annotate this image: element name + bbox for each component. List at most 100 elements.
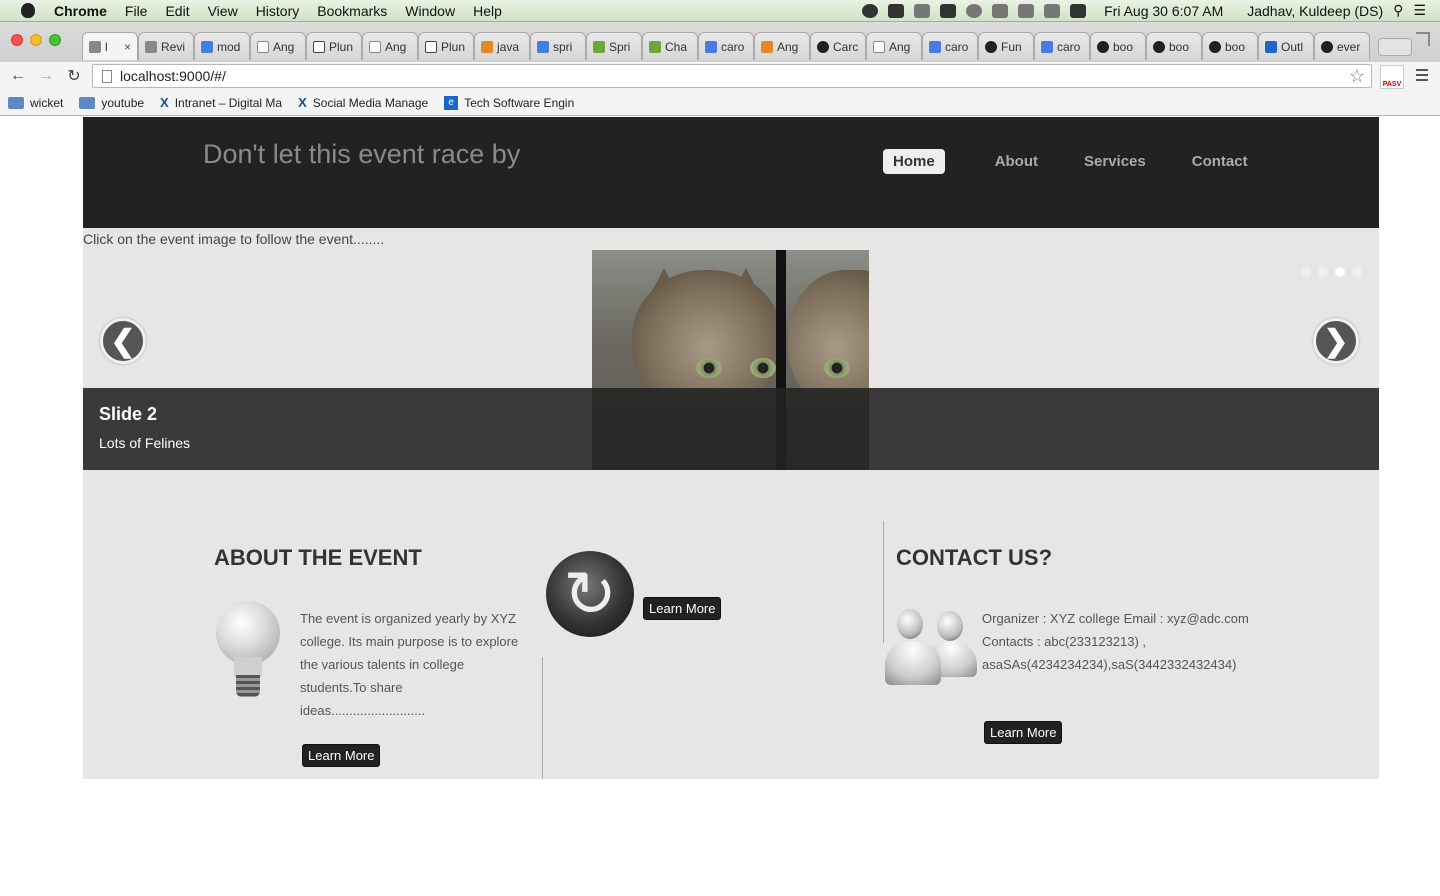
address-url[interactable]: localhost:9000/#/: [120, 68, 226, 84]
battery-icon[interactable]: [1070, 3, 1087, 18]
pasv-extension-icon[interactable]: PASV: [1380, 65, 1404, 89]
bookmark-star-icon[interactable]: ☆: [1349, 66, 1365, 87]
menu-bar: Chrome File Edit View History Bookmarks …: [0, 0, 1440, 22]
nav-home[interactable]: Home: [883, 149, 945, 174]
notification-center-icon[interactable]: ☰: [1413, 2, 1426, 19]
tray-shield-icon[interactable]: [914, 3, 931, 18]
wifi-icon[interactable]: [1018, 3, 1035, 18]
fullscreen-icon[interactable]: [1416, 32, 1430, 46]
browser-tab[interactable]: boo: [1202, 32, 1258, 60]
about-text: The event is organized yearly by XYZ col…: [300, 611, 519, 718]
contact-learn-more-button[interactable]: Learn More: [984, 721, 1063, 744]
apple-icon[interactable]: [18, 0, 38, 22]
bookmark-item[interactable]: X Intranet – Digital Ma: [160, 95, 282, 110]
menu-help[interactable]: Help: [473, 3, 502, 19]
tab-label: Outl: [1281, 39, 1304, 54]
close-tab-icon[interactable]: ×: [124, 40, 131, 54]
carousel-indicator-dot[interactable]: [1301, 267, 1311, 277]
tray-app-icon[interactable]: [862, 3, 879, 18]
carousel-indicator-dot[interactable]: [1335, 267, 1345, 277]
spotlight-icon[interactable]: ⚲: [1393, 2, 1403, 19]
zoom-window-button[interactable]: [49, 34, 61, 46]
bookmark-item[interactable]: X Social Media Manage: [298, 95, 428, 110]
carousel-next-button[interactable]: ❯: [1313, 318, 1359, 364]
browser-tab[interactable]: Ang: [866, 32, 922, 60]
nav-about[interactable]: About: [985, 149, 1048, 174]
menu-clock[interactable]: Fri Aug 30 6:07 AM: [1104, 3, 1223, 19]
browser-tab[interactable]: Ang: [362, 32, 418, 60]
browser-tab[interactable]: mod: [194, 32, 250, 60]
google-icon: [1041, 40, 1053, 53]
time-machine-icon[interactable]: [966, 3, 983, 18]
browser-tab[interactable]: Plun: [418, 32, 474, 60]
tray-folder-icon[interactable]: [888, 3, 905, 18]
site-brand[interactable]: Don't let this event race by: [203, 139, 520, 170]
browser-tab[interactable]: caro: [698, 32, 754, 60]
close-window-button[interactable]: [11, 34, 23, 46]
bookmark-item[interactable]: e Tech Software Engin: [444, 95, 574, 110]
browser-tab[interactable]: Ang: [250, 32, 306, 60]
carousel-indicator-dot[interactable]: [1352, 267, 1362, 277]
menu-file[interactable]: File: [125, 3, 148, 19]
address-bar[interactable]: localhost:9000/#/ ☆: [92, 64, 1372, 88]
browser-tab[interactable]: caro: [1034, 32, 1090, 60]
browser-tab[interactable]: boo: [1146, 32, 1202, 60]
browser-tab[interactable]: l ×: [82, 32, 138, 60]
minimize-window-button[interactable]: [30, 34, 42, 46]
browser-tab[interactable]: Revi: [138, 32, 194, 60]
browser-tab[interactable]: Outl: [1258, 32, 1314, 60]
browser-tab[interactable]: Spri: [586, 32, 642, 60]
menu-window[interactable]: Window: [405, 3, 455, 19]
browser-tab[interactable]: Fun: [978, 32, 1034, 60]
menu-user[interactable]: Jadhav, Kuldeep (DS): [1247, 3, 1383, 19]
stackoverflow-icon: [761, 40, 773, 53]
nav-contact[interactable]: Contact: [1182, 149, 1258, 174]
tab-label: Carc: [833, 39, 859, 54]
stackoverflow-icon: [481, 40, 493, 53]
browser-tab[interactable]: spri: [530, 32, 586, 60]
people-icon: [885, 605, 977, 687]
browser-tab[interactable]: Cha: [642, 32, 698, 60]
menu-view[interactable]: View: [208, 3, 238, 19]
browser-tab[interactable]: ever: [1314, 32, 1370, 60]
bookmark-item[interactable]: wicket: [8, 96, 63, 110]
web-page: Don't let this event race by Home About …: [83, 117, 1379, 779]
tab-label: spri: [553, 39, 573, 54]
bookmark-label: Social Media Manage: [312, 95, 429, 110]
carousel-prev-button[interactable]: ❮: [100, 318, 146, 364]
contact-title: CONTACT US?: [896, 545, 1053, 570]
tab-label: Plun: [441, 39, 466, 54]
browser-tab[interactable]: caro: [922, 32, 978, 60]
about-learn-more-button[interactable]: Learn More: [302, 744, 381, 767]
menu-edit[interactable]: Edit: [165, 3, 189, 19]
refresh-icon: [546, 551, 634, 637]
new-tab-button[interactable]: [1378, 38, 1412, 56]
menu-bookmarks[interactable]: Bookmarks: [317, 3, 387, 19]
chrome-menu-icon[interactable]: [1416, 69, 1428, 81]
tabs: l × Revi mod Ang Plun Ang Plun java spri Spri Cha ca…: [82, 32, 1412, 62]
forward-button[interactable]: →: [36, 66, 56, 86]
browser-tab[interactable]: boo: [1090, 32, 1146, 60]
carousel-indicator-dot[interactable]: [1318, 267, 1328, 277]
kitten-eye-left: [696, 358, 722, 378]
tray-battery-status-icon[interactable]: [940, 3, 957, 18]
about-title: ABOUT THE EVENT: [214, 545, 422, 570]
tab-label: caro: [721, 39, 745, 54]
volume-icon[interactable]: [1044, 3, 1061, 18]
tab-label: caro: [945, 39, 969, 54]
services-learn-more-button[interactable]: Learn More: [643, 597, 722, 620]
browser-tab[interactable]: Carc: [810, 32, 866, 60]
menu-app-name[interactable]: Chrome: [54, 3, 107, 19]
tab-label: Cha: [665, 39, 688, 54]
browser-tab[interactable]: Plun: [306, 32, 362, 60]
browser-tab[interactable]: Ang: [754, 32, 810, 60]
reload-button[interactable]: ↻: [64, 66, 84, 86]
nav-services[interactable]: Services: [1074, 149, 1156, 174]
bluetooth-icon[interactable]: [992, 3, 1009, 18]
reflection-eye: [824, 358, 850, 378]
menu-history[interactable]: History: [256, 3, 300, 19]
browser-tab[interactable]: java: [474, 32, 530, 60]
back-button[interactable]: ←: [8, 66, 28, 86]
bookmark-item[interactable]: youtube: [79, 96, 144, 110]
google-icon: [705, 40, 717, 53]
